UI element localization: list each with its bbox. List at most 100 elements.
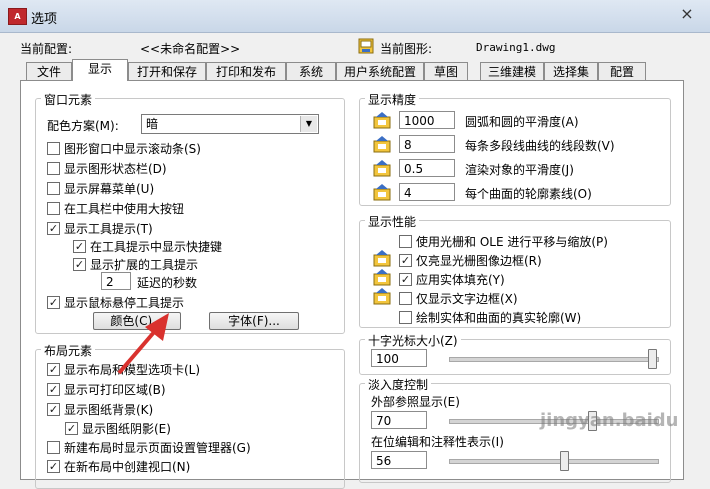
- color-scheme-select[interactable]: 暗 ▼: [141, 114, 319, 134]
- checkbox-scrollbars[interactable]: 图形窗口中显示滚动条(S): [47, 140, 201, 157]
- arc-smoothness-label: 圆弧和圆的平滑度(A): [465, 115, 579, 129]
- drawing-saved-icon: [373, 250, 391, 267]
- checkbox-box[interactable]: [47, 142, 60, 155]
- checkbox-label: 显示可打印区域(B): [64, 383, 166, 397]
- baidu-watermark: jingyan.baidu: [540, 410, 679, 431]
- checkbox-label: 新建布局时显示页面设置管理器(G): [64, 441, 251, 455]
- inplace-fade-label: 在位编辑和注释性表示(I): [371, 435, 504, 449]
- display-performance-legend: 显示性能: [365, 213, 420, 230]
- crosshair-size-legend: 十字光标大小(Z): [365, 332, 461, 349]
- polyline-segments-input[interactable]: 8: [399, 135, 455, 153]
- checkbox-box[interactable]: [47, 202, 60, 215]
- checkbox-box[interactable]: [47, 441, 60, 454]
- display-resolution-legend: 显示精度: [365, 91, 420, 108]
- inplace-fade-input[interactable]: 56: [371, 451, 427, 469]
- checkmark-icon[interactable]: ✓: [47, 363, 60, 376]
- checkbox-highlight-raster-frame[interactable]: ✓ 仅亮显光栅图像边框(R): [399, 252, 542, 269]
- checkbox-screen-menu[interactable]: 显示屏幕菜单(U): [47, 180, 154, 197]
- checkbox-box[interactable]: [399, 311, 412, 324]
- current-profile-label: 当前配置:: [20, 42, 73, 56]
- layout-elements-legend: 布局元素: [41, 342, 96, 359]
- checkbox-raster-ole-pan-zoom[interactable]: 使用光栅和 OLE 进行平移与缩放(P): [399, 233, 608, 250]
- drawing-saved-icon: [373, 269, 391, 286]
- checkbox-status-bar[interactable]: 显示图形状态栏(D): [47, 160, 167, 177]
- checkbox-label: 仅显示文字边框(X): [416, 292, 518, 306]
- tab-selection[interactable]: 选择集: [544, 62, 598, 80]
- checkbox-label: 在工具栏中使用大按钮: [64, 202, 185, 216]
- checkbox-paper-background[interactable]: ✓ 显示图纸背景(K): [47, 401, 153, 418]
- checkbox-label: 图形窗口中显示滚动条(S): [64, 142, 201, 156]
- checkbox-large-buttons[interactable]: 在工具栏中使用大按钮: [47, 200, 184, 217]
- fonts-button[interactable]: 字体(F)...: [209, 312, 299, 330]
- tab-drafting[interactable]: 草图: [424, 62, 468, 80]
- drawing-file-icon: [358, 38, 374, 54]
- drawing-saved-icon: [373, 184, 391, 201]
- tab-files[interactable]: 文件: [26, 62, 72, 80]
- checkbox-label: 在工具提示中显示快捷键: [90, 240, 223, 254]
- tab-display[interactable]: 显示: [72, 59, 128, 81]
- checkmark-icon[interactable]: ✓: [65, 422, 78, 435]
- tab-open-save[interactable]: 打开和保存: [128, 62, 206, 80]
- checkbox-label: 应用实体填充(Y): [416, 273, 505, 287]
- checkbox-true-silhouettes[interactable]: 绘制实体和曲面的真实轮廓(W): [399, 309, 581, 326]
- checkmark-icon[interactable]: ✓: [399, 273, 412, 286]
- tab-user-preferences[interactable]: 用户系统配置: [336, 62, 424, 80]
- arc-smoothness-input[interactable]: 1000: [399, 111, 455, 129]
- checkmark-icon[interactable]: ✓: [399, 254, 412, 267]
- checkbox-box[interactable]: [47, 182, 60, 195]
- rendered-smoothness-input[interactable]: 0.5: [399, 159, 455, 177]
- crosshair-size-input[interactable]: 100: [371, 349, 427, 367]
- crosshair-size-slider-thumb[interactable]: [648, 349, 657, 369]
- fade-control-legend: 淡入度控制: [365, 376, 432, 393]
- tab-plot-publish[interactable]: 打印和发布: [206, 62, 286, 80]
- current-profile-value: <<未命名配置>>: [140, 42, 241, 56]
- checkbox-tooltip-shortcuts[interactable]: ✓ 在工具提示中显示快捷键: [73, 238, 222, 255]
- checkmark-icon[interactable]: ✓: [47, 296, 60, 309]
- checkbox-printable-area[interactable]: ✓ 显示可打印区域(B): [47, 381, 166, 398]
- close-icon[interactable]: ×: [676, 4, 698, 24]
- checkmark-icon[interactable]: ✓: [47, 460, 60, 473]
- window-elements-legend: 窗口元素: [41, 91, 96, 108]
- checkbox-label: 显示扩展的工具提示: [90, 258, 199, 272]
- checkbox-tooltips[interactable]: ✓ 显示工具提示(T): [47, 220, 153, 237]
- checkbox-extended-tooltips[interactable]: ✓ 显示扩展的工具提示: [73, 256, 198, 273]
- tooltip-delay-input[interactable]: 2: [101, 272, 131, 290]
- rendered-smoothness-label: 渲染对象的平滑度(J): [465, 163, 574, 177]
- checkbox-paper-shadow[interactable]: ✓ 显示图纸阴影(E): [65, 420, 171, 437]
- tab-system[interactable]: 系统: [286, 62, 336, 80]
- current-drawing-value: Drawing1.dwg: [476, 41, 556, 54]
- checkmark-icon[interactable]: ✓: [47, 383, 60, 396]
- checkbox-label: 显示图形状态栏(D): [64, 162, 167, 176]
- checkbox-box[interactable]: [399, 235, 412, 248]
- drawing-saved-icon: [373, 288, 391, 305]
- checkbox-box[interactable]: [47, 162, 60, 175]
- autocad-app-icon: A: [8, 8, 27, 25]
- checkbox-label: 在新布局中创建视口(N): [64, 460, 191, 474]
- polyline-segments-label: 每条多段线曲线的线段数(V): [465, 139, 615, 153]
- checkbox-create-viewport[interactable]: ✓ 在新布局中创建视口(N): [47, 458, 190, 475]
- xref-fade-input[interactable]: 70: [371, 411, 427, 429]
- tab-profiles[interactable]: 配置: [598, 62, 646, 80]
- drawing-saved-icon: [373, 112, 391, 129]
- window-title: 选项: [31, 12, 58, 27]
- crosshair-size-slider-track[interactable]: [449, 357, 659, 362]
- drawing-saved-icon: [373, 160, 391, 177]
- checkbox-solid-fill[interactable]: ✓ 应用实体填充(Y): [399, 271, 505, 288]
- checkmark-icon[interactable]: ✓: [47, 403, 60, 416]
- checkbox-box[interactable]: [399, 292, 412, 305]
- tooltip-delay-label: 延迟的秒数: [137, 276, 198, 290]
- checkmark-icon[interactable]: ✓: [73, 258, 86, 271]
- checkbox-label: 使用光栅和 OLE 进行平移与缩放(P): [416, 235, 608, 249]
- inplace-fade-slider-thumb[interactable]: [560, 451, 570, 471]
- chevron-down-icon[interactable]: ▼: [300, 116, 317, 132]
- color-scheme-value: 暗: [146, 117, 159, 131]
- inplace-fade-slider-track[interactable]: [449, 459, 659, 464]
- checkbox-page-setup-manager[interactable]: 新建布局时显示页面设置管理器(G): [47, 439, 251, 456]
- title-bar: A 选项 ×: [0, 0, 710, 33]
- checkmark-icon[interactable]: ✓: [73, 240, 86, 253]
- checkbox-text-frame[interactable]: 仅显示文字边框(X): [399, 290, 518, 307]
- color-scheme-label: 配色方案(M):: [47, 119, 119, 133]
- checkmark-icon[interactable]: ✓: [47, 222, 60, 235]
- contour-lines-input[interactable]: 4: [399, 183, 455, 201]
- tab-3d-modeling[interactable]: 三维建模: [480, 62, 544, 80]
